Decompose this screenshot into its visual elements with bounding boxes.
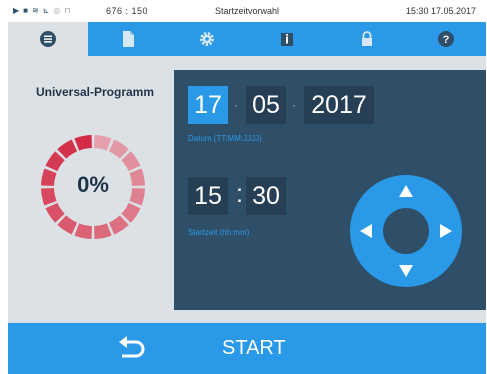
tab-info[interactable]	[247, 22, 327, 56]
start-time-panel: 17 · 05 · 2017 Datum (TT:MM:JJJJ) 15 : 3…	[174, 70, 486, 310]
arrow-left-button[interactable]	[360, 224, 372, 238]
tab-help[interactable]: ?	[406, 22, 486, 56]
arrow-up-button[interactable]	[399, 185, 413, 197]
back-button[interactable]	[116, 336, 146, 362]
svg-text:?: ?	[443, 34, 450, 46]
date-separator: ·	[234, 98, 238, 112]
info-icon	[280, 33, 293, 46]
progress-ring-segment	[74, 135, 92, 151]
list-icon	[39, 31, 56, 47]
lock-icon	[361, 31, 372, 46]
gear-icon	[200, 32, 215, 46]
help-icon: ?	[438, 31, 455, 47]
month-field[interactable]: 05	[246, 86, 286, 124]
date-separator: ·	[292, 98, 296, 112]
bottom-bar: START	[8, 323, 486, 374]
tab-logs[interactable]	[88, 22, 168, 56]
year-field[interactable]: 2017	[304, 86, 374, 124]
tab-programs[interactable]	[8, 22, 88, 56]
progress-label: 0%	[77, 172, 109, 197]
date-hint: Datum (TT:MM:JJJJ)	[188, 134, 262, 143]
progress-ring-segment	[94, 223, 112, 239]
day-field[interactable]: 17	[188, 86, 228, 124]
time-colon: :	[236, 180, 243, 208]
progress-ring-segment	[94, 135, 112, 151]
status-datetime: 15:30 17.05.2017	[405, 6, 476, 16]
progress-ring-segment	[57, 139, 78, 159]
progress-ring-segment	[108, 215, 129, 235]
direction-pad-center	[383, 208, 429, 254]
progress-ring-segment	[57, 215, 78, 235]
progress-ring-segment	[121, 151, 141, 172]
hour-field[interactable]: 15	[188, 177, 228, 215]
progress-ring-segment	[45, 151, 65, 172]
program-title: Universal-Programm	[35, 85, 155, 99]
progress-ring-segment	[74, 223, 92, 239]
progress-ring-segment	[108, 139, 129, 159]
tab-settings[interactable]	[167, 22, 247, 56]
progress-ring-segment	[121, 202, 141, 223]
direction-pad	[350, 175, 462, 287]
status-bar: ▶ ■ ≋ ⊾ ◎ ⊓ 676 : 150 Startzeitvorwahl 1…	[8, 0, 486, 23]
time-hint: Startzeit (hh:mm)	[188, 228, 250, 237]
document-icon	[122, 31, 134, 47]
minute-field[interactable]: 30	[246, 177, 286, 215]
screen: ▶ ■ ≋ ⊾ ◎ ⊓ 676 : 150 Startzeitvorwahl 1…	[8, 0, 486, 374]
start-button[interactable]: START	[222, 337, 286, 360]
arrow-right-button[interactable]	[440, 224, 452, 238]
tab-bar: ?	[8, 22, 486, 56]
tab-lock[interactable]	[327, 22, 407, 56]
arrow-down-button[interactable]	[399, 265, 413, 277]
progress-ring-segment	[45, 202, 65, 223]
